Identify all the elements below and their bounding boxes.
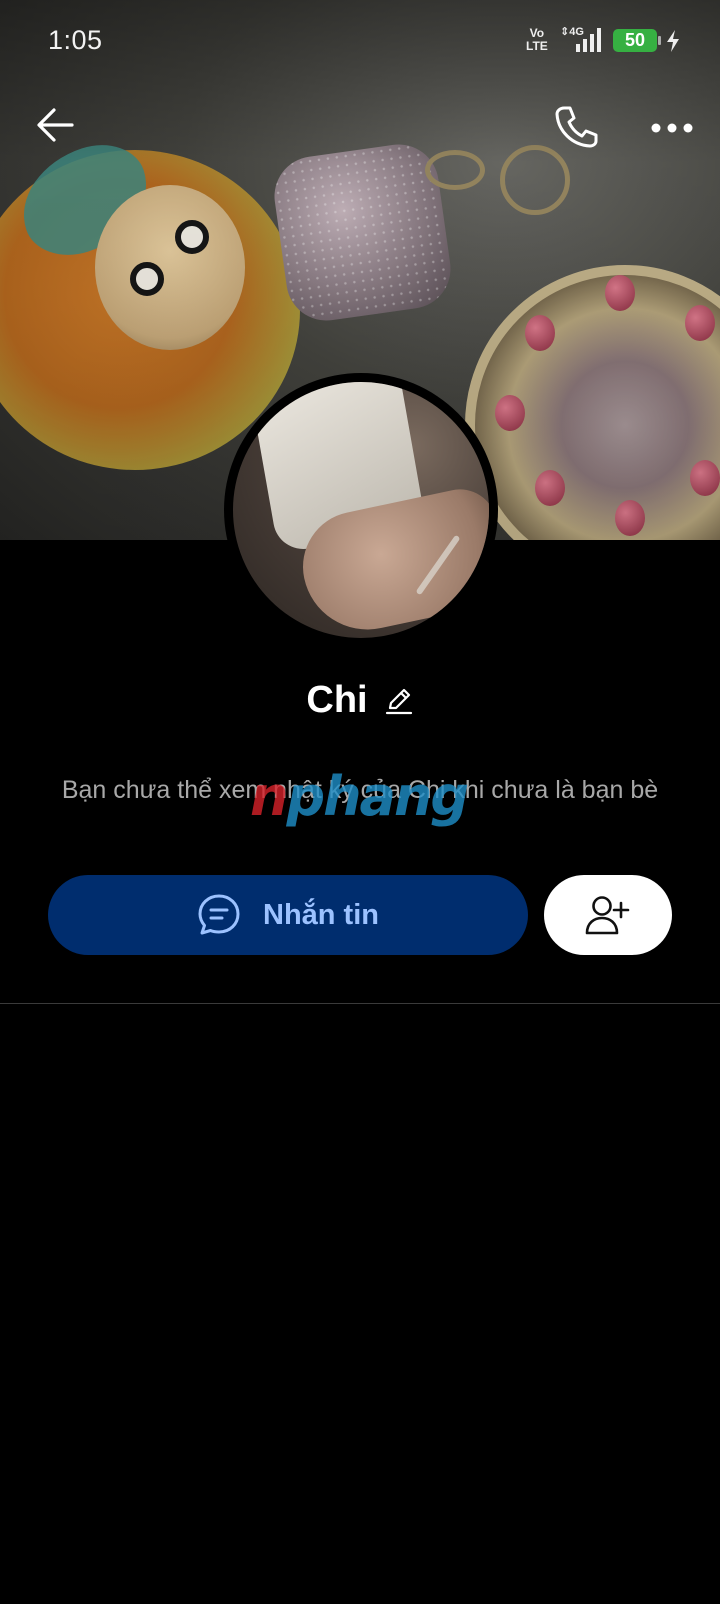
avatar-photo xyxy=(233,382,489,638)
section-divider xyxy=(0,1003,720,1004)
volte-indicator: Vo LTE xyxy=(526,27,548,53)
charging-icon xyxy=(667,30,679,52)
status-time: 1:05 xyxy=(48,25,103,55)
message-button-label: Nhắn tin xyxy=(263,898,379,931)
phone-icon[interactable] xyxy=(553,104,599,150)
add-friend-button[interactable] xyxy=(544,875,672,955)
watermark-part-b: phang xyxy=(286,765,469,828)
chat-bubble-icon xyxy=(198,894,240,935)
message-button[interactable]: Nhắn tin xyxy=(48,875,528,955)
pencil-icon[interactable] xyxy=(384,686,414,716)
profile-name: Chi xyxy=(306,678,368,721)
profile-name-row: Chi xyxy=(0,675,720,725)
more-horizontal-icon[interactable] xyxy=(650,114,694,142)
status-bar: 1:05 Vo LTE ⇕4G 50 xyxy=(0,0,720,80)
watermark-logo: nphang xyxy=(250,770,469,824)
volte-bottom: LTE xyxy=(526,39,548,53)
add-user-icon xyxy=(585,896,630,935)
avatar[interactable] xyxy=(224,373,498,647)
arrow-left-icon[interactable] xyxy=(34,104,76,146)
battery-indicator: 50 xyxy=(613,29,661,52)
watermark-part-a: n xyxy=(250,765,288,828)
signal-icon xyxy=(576,28,604,52)
